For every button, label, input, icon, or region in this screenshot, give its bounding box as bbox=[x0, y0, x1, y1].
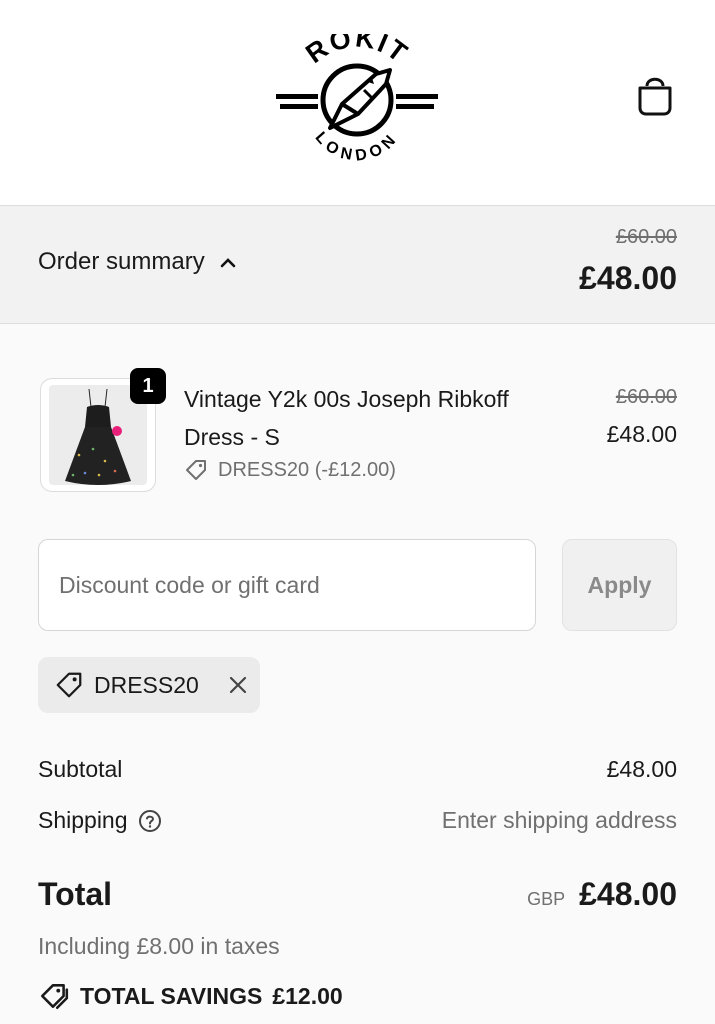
savings-value: £12.00 bbox=[272, 982, 343, 1009]
item-original-price: £60.00 bbox=[615, 386, 677, 408]
subtotal-label: Subtotal bbox=[38, 756, 123, 782]
taxes-note: Including £8.00 in taxes bbox=[38, 933, 280, 959]
total-amount: £48.00 bbox=[579, 876, 677, 912]
order-summary-toggle[interactable]: Order summary bbox=[38, 248, 237, 276]
currency-code: GBP bbox=[527, 889, 566, 909]
help-icon[interactable] bbox=[138, 809, 162, 833]
applied-discount-chip: DRESS20 bbox=[38, 657, 260, 713]
tag-icon bbox=[186, 460, 206, 480]
total-label: Total bbox=[38, 876, 113, 912]
apply-button[interactable]: Apply bbox=[562, 539, 677, 631]
summary-total-price: £48.00 bbox=[579, 260, 677, 296]
total-value: GBP £48.00 bbox=[527, 876, 677, 913]
total-savings: TOTAL SAVINGS £12.00 bbox=[38, 980, 343, 1012]
order-summary-label[interactable]: Order summary bbox=[38, 248, 205, 276]
close-icon[interactable] bbox=[227, 674, 249, 696]
tags-icon bbox=[40, 984, 69, 1010]
item-discount-label: DRESS20 (-£12.00) bbox=[218, 458, 396, 481]
chevron-up-icon bbox=[220, 258, 235, 268]
shipping-label: Shipping bbox=[38, 807, 128, 833]
savings-label: TOTAL SAVINGS bbox=[80, 982, 263, 1009]
discount-code-input[interactable] bbox=[38, 539, 536, 631]
item-price: £48.00 bbox=[606, 421, 677, 447]
shopping-bag-icon[interactable] bbox=[636, 74, 674, 116]
product-name: Vintage Y2k 00s Joseph Ribkoff Dress - S bbox=[184, 386, 509, 450]
shipping-value: Enter shipping address bbox=[441, 807, 677, 833]
header: ROKIT LONDON bbox=[0, 0, 715, 206]
tag-icon bbox=[56, 672, 82, 698]
subtotal-value: £48.00 bbox=[606, 756, 677, 782]
rokit-london-logo[interactable]: ROKIT LONDON bbox=[272, 34, 442, 170]
applied-code-label: DRESS20 bbox=[94, 671, 199, 698]
shipping-row: Shipping bbox=[38, 807, 162, 834]
quantity-badge: 1 bbox=[130, 368, 166, 404]
summary-original-price: £60.00 bbox=[615, 226, 677, 248]
item-discount: DRESS20 (-£12.00) bbox=[184, 458, 396, 482]
